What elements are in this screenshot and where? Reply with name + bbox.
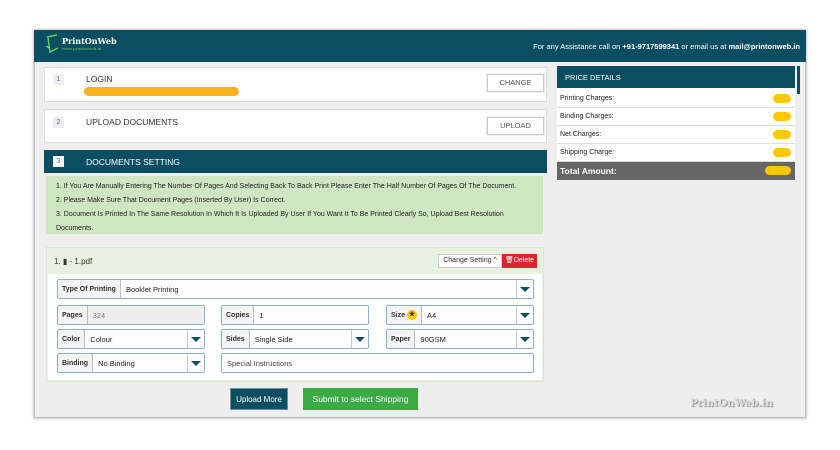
login-step [44,67,547,102]
step-number: 2 [53,117,64,128]
logo-icon [45,34,59,54]
step-number: 3 [53,156,64,167]
note: 2. Please Make Sure That Document Pages … [56,197,286,204]
submit-shipping-button[interactable]: Submit to select Shipping [303,388,418,410]
note: 1. If You Are Manually Entering The Numb… [56,183,517,190]
step-title: DOCUMENTS SETTING [86,157,180,167]
chevron-down-icon [351,330,368,348]
change-setting-button[interactable]: Change Setting ^ [438,254,502,268]
trash-icon: 🗑 [504,257,514,264]
phone-link[interactable]: +91-9717599341 [622,42,679,51]
email-link[interactable]: mail@printonweb.in [729,42,800,51]
notes-box: 1. If You Are Manually Entering The Numb… [46,176,543,234]
step-title: UPLOAD DOCUMENTS [86,117,179,127]
pages-input[interactable]: Pages 324 [57,305,205,325]
chevron-down-icon [187,354,204,372]
chevron-down-icon [516,330,533,348]
note: 3. Document Is Printed In The Same Resol… [56,211,504,232]
color-select[interactable]: Color Colour [57,329,205,349]
delete-button[interactable]: 🗑Delete [502,254,537,268]
change-button[interactable]: CHANGE [487,74,544,92]
redacted-user [84,87,239,96]
type-of-printing-select[interactable]: Type Of Printing Booklet Printing [57,279,534,299]
step-title: LOGIN [86,74,113,84]
book-icon: ▮ [62,257,68,266]
total-row: Total Amount: [557,162,795,180]
sides-select[interactable]: Sides Single Side [221,329,369,349]
file-title: 1. ▮ - 1.pdf [54,257,93,266]
star-icon: ★ [406,310,417,320]
step-number: 1 [53,74,64,85]
chevron-down-icon [516,280,533,298]
paper-select[interactable]: Paper 90GSM [386,329,534,349]
copies-input[interactable]: Copies 1 [221,305,369,325]
brand-url: www.printonweb.in [62,46,102,51]
redacted-value [773,130,791,139]
redacted-value [765,166,791,175]
upload-button[interactable]: UPLOAD [487,117,544,135]
scrollbar[interactable] [797,66,800,94]
assistance-text: For any Assistance call on +91-971759934… [533,42,800,51]
watermark: PrintOnWeb.in [690,398,773,409]
special-instructions-input[interactable]: Special Instructions [221,353,534,373]
redacted-value [773,94,791,103]
size-select[interactable]: Size ★ A4 [386,305,534,325]
price-row: Binding Charges: [557,108,795,126]
price-details-panel: PRICE DETAILS Printing Charges: Binding … [557,66,795,180]
price-row: Printing Charges: [557,90,795,108]
upload-more-button[interactable]: Upload More [230,388,288,410]
price-row: Shipping Charge: [557,144,795,162]
redacted-value [773,148,791,157]
chevron-down-icon [516,306,533,324]
price-row: Net Charges: [557,126,795,144]
chevron-up-icon: ^ [493,257,497,264]
binding-select[interactable]: Binding No Binding [57,353,205,373]
brand-name: PrintOnWeb [62,36,117,46]
chevron-down-icon [187,330,204,348]
redacted-value [773,112,791,121]
price-title: PRICE DETAILS [557,66,795,88]
